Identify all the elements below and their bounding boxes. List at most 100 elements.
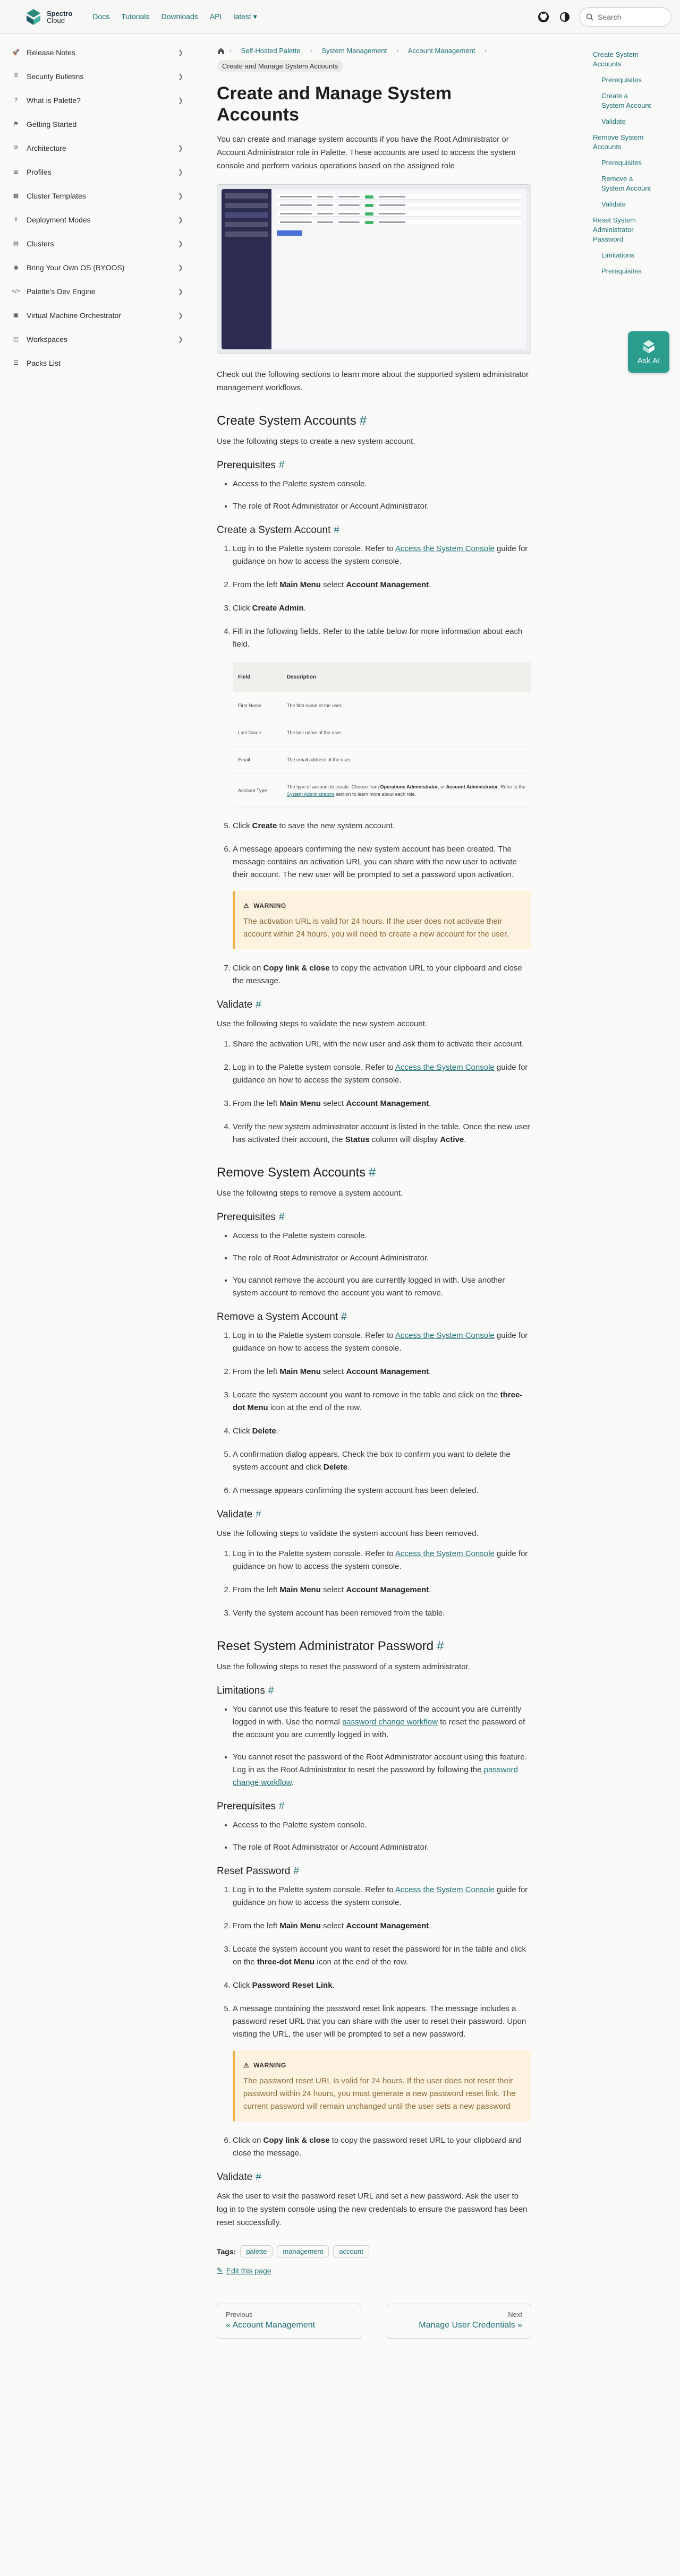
tag-management[interactable]: management: [277, 2245, 329, 2257]
list-item: The role of Root Administrator or Accoun…: [233, 500, 531, 513]
os-icon: ◉: [13, 264, 19, 271]
next-page-button[interactable]: Next Manage User Credentials »: [387, 2304, 531, 2339]
sidebar-item[interactable]: ◉ Bring Your Own OS (BYOOS) ❯: [0, 255, 191, 279]
chevron-right-icon[interactable]: ❯: [178, 264, 183, 271]
sidebar-item[interactable]: ⚑ Getting Started: [0, 112, 191, 136]
toc-item[interactable]: Remove a System Account: [601, 174, 651, 193]
spectro-cloud-logo[interactable]: Spectro Cloud: [24, 8, 72, 26]
sidebar-item[interactable]: ▣ Virtual Machine Orchestrator ❯: [0, 303, 191, 327]
chevron-right-icon[interactable]: ❯: [178, 144, 183, 152]
sidebar-item[interactable]: ≣ Profiles ❯: [0, 160, 191, 184]
list-item: From the left Main Menu select Account M…: [233, 1366, 531, 1378]
anchor-link[interactable]: #: [256, 2171, 261, 2183]
toc-item[interactable]: Create System Accounts: [593, 50, 651, 69]
breadcrumb-account-management[interactable]: Account Management: [403, 45, 480, 57]
toc-item[interactable]: Create a System Account: [601, 91, 651, 110]
anchor-link[interactable]: #: [360, 414, 367, 428]
anchor-link[interactable]: #: [279, 1212, 285, 1223]
sidebar-item[interactable]: ◫ Workspaces ❯: [0, 327, 191, 351]
heading-prerequisites: Prerequisites #: [217, 1801, 285, 1812]
chevron-right-icon[interactable]: ❯: [178, 312, 183, 319]
sidebar-item-label: Clusters: [27, 239, 54, 248]
breadcrumb-system-management[interactable]: System Management: [316, 45, 392, 57]
list-item: From the left Main Menu select Account M…: [233, 1584, 531, 1596]
sidebar-item-label: What is Palette?: [27, 96, 81, 105]
chevron-right-icon[interactable]: ❯: [178, 288, 183, 295]
sidebar-item[interactable]: ? What is Palette? ❯: [0, 88, 191, 112]
list-item: Log in to the Palette system console. Re…: [233, 1061, 531, 1087]
edit-page-link[interactable]: ✎ Edit this page: [217, 2266, 531, 2275]
search-placeholder: Search: [598, 12, 622, 21]
ask-ai-button[interactable]: Ask AI: [628, 331, 669, 373]
toc-item[interactable]: Prerequisites: [601, 75, 651, 85]
chevron-right-icon: ›: [310, 47, 312, 54]
anchor-link[interactable]: #: [279, 460, 285, 471]
anchor-link[interactable]: #: [256, 1509, 261, 1520]
password-change-link[interactable]: password change workflow: [342, 1718, 438, 1727]
sidebar-item-label: Profiles: [27, 167, 52, 176]
version-dropdown[interactable]: latest ▾: [233, 12, 257, 21]
toc-item[interactable]: Limitations: [601, 251, 651, 260]
chevron-right-icon[interactable]: ❯: [178, 73, 183, 80]
anchor-link[interactable]: #: [279, 1801, 285, 1812]
sidebar-item[interactable]: ⇪ Deployment Modes ❯: [0, 208, 191, 231]
access-console-link[interactable]: Access the System Console: [395, 1063, 495, 1072]
chevron-right-icon[interactable]: ❯: [178, 336, 183, 343]
toc-item[interactable]: Validate: [601, 117, 651, 126]
breadcrumb-current: Create and Manage System Accounts: [217, 60, 344, 72]
nav-api[interactable]: API: [210, 12, 222, 21]
chevron-right-icon[interactable]: ❯: [178, 49, 183, 56]
search-input[interactable]: Search: [579, 7, 672, 27]
toc-item[interactable]: Validate: [601, 200, 651, 209]
toc-item[interactable]: Prerequisites: [601, 158, 651, 168]
sidebar-item[interactable]: ⛨ Security Bulletins ❯: [0, 64, 191, 88]
sitemap-icon: ⧉: [14, 144, 18, 151]
toc-item[interactable]: Remove System Accounts: [593, 133, 651, 152]
anchor-link[interactable]: #: [334, 525, 339, 536]
access-console-link[interactable]: Access the System Console: [395, 1331, 495, 1340]
sidebar-item-label: Packs List: [27, 358, 61, 367]
chevron-right-icon[interactable]: ❯: [178, 192, 183, 200]
sidebar-item-label: Security Bulletins: [27, 72, 84, 81]
sidebar-item[interactable]: ▤ Clusters ❯: [0, 231, 191, 255]
sidebar-item-label: Bring Your Own OS (BYOOS): [27, 263, 125, 272]
list-item: Verify the system account has been remov…: [233, 1607, 531, 1620]
anchor-link[interactable]: #: [437, 1639, 444, 1653]
anchor-link[interactable]: #: [369, 1165, 376, 1180]
heading-create-system-accounts: Create System Accounts #: [217, 414, 367, 428]
code-icon: </>: [12, 288, 20, 295]
sidebar-item-label: Cluster Templates: [27, 191, 86, 200]
nav-docs[interactable]: Docs: [92, 12, 109, 21]
breadcrumb-self-hosted[interactable]: Self-Hosted Palette: [236, 45, 306, 57]
validate-desc: Use the following steps to validate the …: [217, 1019, 428, 1028]
tag-account[interactable]: account: [333, 2245, 369, 2257]
home-icon[interactable]: [217, 47, 225, 55]
access-console-link[interactable]: Access the System Console: [395, 1885, 495, 1894]
nav-downloads[interactable]: Downloads: [161, 12, 198, 21]
warning-icon: ⚠: [243, 2062, 250, 2069]
anchor-link[interactable]: #: [268, 1685, 274, 1696]
tag-palette[interactable]: palette: [240, 2245, 273, 2257]
sidebar-item[interactable]: ▦ Cluster Templates ❯: [0, 184, 191, 208]
sidebar-item-label: Workspaces: [27, 334, 67, 344]
theme-toggle-icon[interactable]: [558, 10, 572, 24]
github-icon[interactable]: [537, 10, 550, 24]
toc-item[interactable]: Reset System Administrator Password: [593, 216, 651, 244]
toc-item[interactable]: Prerequisites: [601, 267, 651, 276]
prev-page-button[interactable]: Previous « Account Management: [217, 2304, 361, 2339]
chevron-right-icon[interactable]: ❯: [178, 240, 183, 247]
sidebar-item[interactable]: ⧉ Architecture ❯: [0, 136, 191, 160]
anchor-link[interactable]: #: [293, 1866, 299, 1877]
system-administrators-link[interactable]: System Administrators: [287, 792, 335, 797]
chevron-right-icon[interactable]: ❯: [178, 168, 183, 176]
anchor-link[interactable]: #: [256, 999, 261, 1010]
sidebar-item[interactable]: ☰ Packs List: [0, 351, 191, 375]
anchor-link[interactable]: #: [341, 1311, 347, 1323]
chevron-right-icon[interactable]: ❯: [178, 97, 183, 104]
chevron-right-icon[interactable]: ❯: [178, 216, 183, 224]
sidebar-item[interactable]: </> Palette's Dev Engine ❯: [0, 279, 191, 303]
nav-tutorials[interactable]: Tutorials: [121, 12, 149, 21]
access-console-link[interactable]: Access the System Console: [395, 1549, 495, 1558]
access-console-link[interactable]: Access the System Console: [395, 544, 495, 553]
sidebar-item[interactable]: 🚀 Release Notes ❯: [0, 40, 191, 64]
